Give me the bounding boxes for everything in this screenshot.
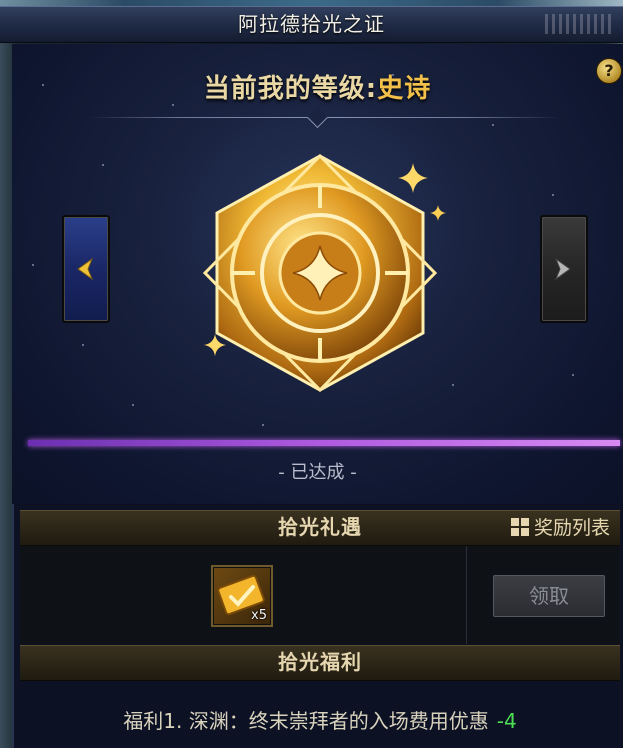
- level-progress-bar: [28, 440, 620, 446]
- benefit-value: -4: [496, 709, 517, 733]
- benefit-section-header: 拾光福利: [20, 645, 620, 681]
- level-prefix: 当前我的等级:: [203, 74, 378, 104]
- benefit-text: 福利1. 深渊：终末崇拜者的入场费用优惠: [123, 709, 489, 733]
- window-title: 阿拉德拾光之证: [238, 12, 385, 36]
- sparkle-icon: [204, 334, 226, 356]
- item-count: x5: [251, 608, 267, 623]
- sparkle-icon: [430, 205, 446, 221]
- reward-item-slot[interactable]: x5: [211, 565, 273, 627]
- arrow-left-icon: [77, 257, 94, 281]
- gift-section-header: 拾光礼遇 奖励列表: [20, 510, 620, 546]
- sparkle-icon: [398, 163, 428, 193]
- title-decoration: [545, 14, 615, 34]
- reward-list-button[interactable]: 奖励列表: [510, 511, 610, 545]
- benefit-line: 福利1. 深渊：终末崇拜者的入场费用优惠 -4: [20, 705, 620, 734]
- next-level-button[interactable]: [540, 215, 588, 323]
- status-text: - 已达成 -: [278, 462, 357, 483]
- reward-list-icon: [510, 517, 529, 536]
- current-level-title: 当前我的等级:史诗: [12, 68, 623, 105]
- arrow-right-icon: [554, 257, 571, 281]
- window-title-bar[interactable]: 阿拉德拾光之证: [0, 6, 623, 43]
- reward-list-label: 奖励列表: [533, 517, 610, 539]
- level-name: 史诗: [377, 74, 432, 104]
- claim-button[interactable]: 领取: [493, 575, 605, 617]
- benefit-section-title: 拾光福利: [278, 650, 362, 674]
- prev-level-button[interactable]: [62, 215, 110, 323]
- rewards-divider: [466, 546, 467, 644]
